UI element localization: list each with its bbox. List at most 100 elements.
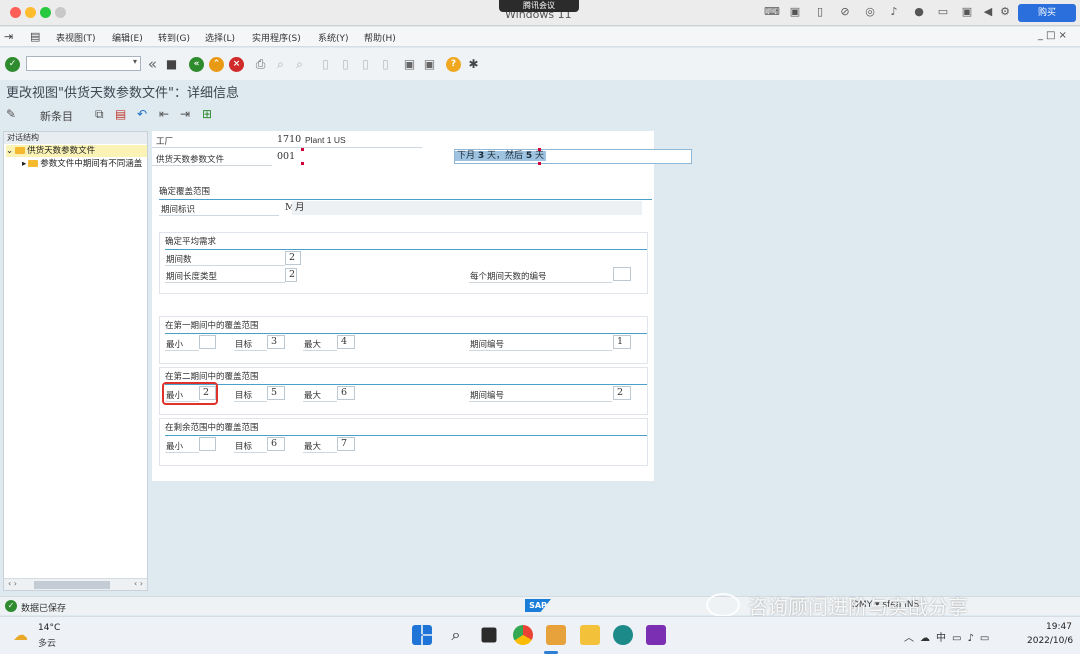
keyboard-icon[interactable]: ⌨: [764, 6, 780, 18]
usb-icon[interactable]: ▯: [814, 6, 826, 18]
plant-value: 1710: [277, 134, 302, 145]
meeting-indicator[interactable]: 腾讯会议: [499, 0, 579, 12]
expand-chevron-icon[interactable]: ⌄: [6, 146, 13, 156]
drive-icon[interactable]: ▭: [937, 6, 949, 18]
horizontal-scrollbar[interactable]: ‹ › ‹ ›: [4, 578, 147, 590]
previous-page-icon[interactable]: ▯: [338, 57, 353, 72]
onenote-icon[interactable]: [646, 625, 666, 645]
chip-icon[interactable]: ▣: [789, 6, 801, 18]
find-icon[interactable]: ⌕: [273, 57, 288, 72]
enter-check-icon[interactable]: ✓: [5, 57, 20, 72]
remaining-target-field[interactable]: 6: [267, 437, 285, 451]
menu-utilities[interactable]: 实用程序(S): [252, 31, 301, 44]
layout-menu-icon[interactable]: ▤: [30, 30, 40, 43]
period-indicator-value: M: [285, 202, 295, 213]
first-page-icon[interactable]: ▯: [318, 57, 333, 72]
profile-description-field[interactable]: 下月 3 天，然后 5 天: [454, 149, 692, 164]
microphone-icon[interactable]: ●: [913, 6, 925, 18]
layout-settings-icon[interactable]: ✱: [466, 57, 481, 72]
copy-as-icon[interactable]: ⧉: [95, 107, 104, 122]
zoom-window-button[interactable]: [40, 7, 51, 18]
tray-chevron-icon[interactable]: ︿: [904, 633, 920, 644]
undo-change-icon[interactable]: ↶: [137, 107, 147, 121]
period2-target-field[interactable]: 5: [267, 386, 285, 400]
shortcut-icon[interactable]: ▣: [422, 57, 437, 72]
tree-item-periods[interactable]: ▸ 参数文件中期间有不同涵盖: [6, 158, 147, 170]
menu-table-view[interactable]: 表视图(T): [56, 31, 96, 44]
print-icon[interactable]: ⎙: [253, 57, 268, 72]
settings-gear-icon[interactable]: ⚙: [999, 6, 1011, 18]
menu-selection[interactable]: 选择(L): [205, 31, 235, 44]
clock-time[interactable]: 19:47: [1046, 622, 1072, 632]
save-icon[interactable]: ■: [164, 57, 179, 72]
globe-icon[interactable]: ◎: [864, 6, 876, 18]
remaining-heading: 在剩余范围中的覆盖范围: [165, 421, 647, 436]
exit-icon[interactable]: ⌃: [209, 57, 224, 72]
cancel-icon[interactable]: ×: [229, 57, 244, 72]
period-length-field[interactable]: 2: [285, 268, 297, 282]
transport-icon[interactable]: ⊞: [202, 107, 212, 121]
next-entry-icon[interactable]: ⇥: [180, 107, 190, 121]
next-page-icon[interactable]: ▯: [358, 57, 373, 72]
no-network-icon[interactable]: ⊘: [839, 6, 851, 18]
last-page-icon[interactable]: ▯: [378, 57, 393, 72]
num-periods-field[interactable]: 2: [285, 251, 301, 265]
back-icon[interactable]: «: [189, 57, 204, 72]
extra-window-button[interactable]: [55, 7, 66, 18]
battery-icon[interactable]: ▭: [980, 633, 995, 644]
clock-date[interactable]: 2022/10/6: [1027, 636, 1073, 646]
new-entries-button[interactable]: 新条目: [40, 108, 73, 124]
remaining-max-field[interactable]: 7: [337, 437, 355, 451]
period2-number-field[interactable]: 2: [613, 386, 631, 400]
network-icon[interactable]: ▭: [952, 633, 967, 644]
menu-edit[interactable]: 编辑(E): [112, 31, 143, 44]
chevron-down-icon[interactable]: ▾: [133, 57, 137, 66]
chrome-icon[interactable]: [513, 625, 533, 645]
find-next-icon[interactable]: ⌕: [292, 57, 307, 72]
display-change-icon[interactable]: ✎: [6, 107, 16, 121]
window-controls[interactable]: _□×: [1038, 30, 1070, 41]
remaining-min-field[interactable]: [199, 437, 216, 451]
exit-menu-icon[interactable]: ⇥: [4, 30, 13, 43]
collapse-toolbar-icon[interactable]: «: [145, 57, 160, 72]
back-arrow-icon[interactable]: ◀: [982, 6, 994, 18]
weather-condition[interactable]: 多云: [38, 636, 56, 649]
scroll-right-icon[interactable]: ‹ ›: [134, 579, 143, 588]
days-per-period-field[interactable]: [613, 267, 631, 281]
weather-cloud-sun-icon[interactable]: ☁: [13, 626, 28, 644]
minimize-window-button[interactable]: [25, 7, 36, 18]
previous-entry-icon[interactable]: ⇤: [159, 107, 169, 121]
scroll-left-icon[interactable]: ‹ ›: [8, 579, 17, 588]
weather-temperature[interactable]: 14°C: [38, 623, 60, 633]
speaker-icon[interactable]: ♪: [888, 6, 900, 18]
tree-item-profile[interactable]: ⌄ 供货天数参数文件: [6, 145, 147, 157]
volume-icon[interactable]: ♪: [967, 633, 979, 644]
ime-indicator[interactable]: 中: [936, 633, 952, 644]
delete-icon[interactable]: ▤: [115, 107, 126, 121]
app-icon[interactable]: [613, 625, 633, 645]
windows-start-icon[interactable]: [412, 625, 432, 645]
period1-number-field[interactable]: 1: [613, 335, 631, 349]
period1-max-field[interactable]: 4: [337, 335, 355, 349]
menu-system[interactable]: 系统(Y): [318, 31, 349, 44]
create-session-icon[interactable]: ▣: [402, 57, 417, 72]
task-view-icon[interactable]: [481, 627, 497, 643]
menu-help[interactable]: 帮助(H): [364, 31, 396, 44]
period1-target-field[interactable]: 3: [267, 335, 285, 349]
scrollbar-thumb[interactable]: [34, 581, 110, 589]
page-title: 更改视图"供货天数参数文件"：详细信息: [6, 86, 239, 101]
close-window-button[interactable]: [10, 7, 21, 18]
camera-icon[interactable]: ▣: [961, 6, 973, 18]
period2-max-field[interactable]: 6: [337, 386, 355, 400]
period1-number-label: 期间编号: [470, 340, 505, 350]
buy-button[interactable]: 购买: [1018, 4, 1076, 22]
period1-min-field[interactable]: [199, 335, 216, 349]
cloud-icon[interactable]: ☁: [920, 633, 936, 644]
file-explorer-icon[interactable]: [580, 625, 600, 645]
command-field[interactable]: ▾: [26, 56, 141, 71]
system-tray[interactable]: ︿☁中▭♪▭: [904, 629, 995, 644]
menu-goto[interactable]: 转到(G): [158, 31, 190, 44]
search-icon[interactable]: ⌕: [446, 625, 466, 645]
help-icon[interactable]: ?: [446, 57, 461, 72]
sap-logon-icon[interactable]: [546, 625, 566, 645]
